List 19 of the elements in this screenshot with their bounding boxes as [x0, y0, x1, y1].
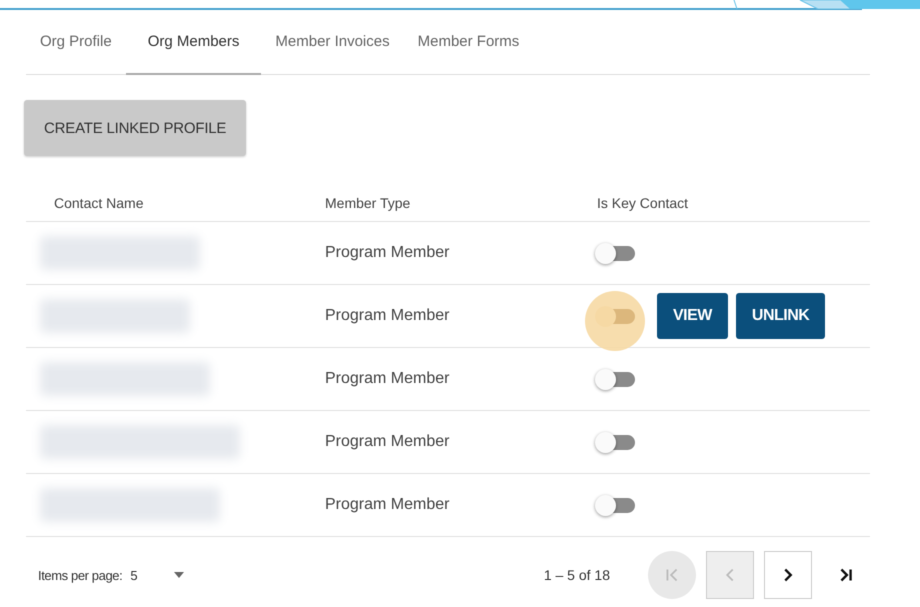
create-linked-profile-button[interactable]: CREATE LINKED PROFILE [24, 100, 246, 156]
items-per-page-label: Items per page: [38, 568, 122, 582]
tab[interactable]: Member Invoices [261, 10, 404, 75]
column-header: Member Type [324, 195, 410, 211]
page-range: 1 – 5 of 18 [544, 567, 610, 583]
tab[interactable]: Org Members [126, 10, 262, 75]
table-cell-text: Program Member [324, 433, 450, 451]
dropdown-arrow-icon[interactable] [174, 572, 184, 578]
column-header: Contact Name [53, 195, 144, 211]
page-size-select[interactable]: 5 [130, 568, 138, 582]
table-cell-text: Program Member [324, 370, 450, 388]
tab[interactable]: Org Profile [26, 10, 126, 75]
action-button[interactable]: VIEW [657, 293, 728, 339]
column-header: Is Key Contact [596, 195, 688, 211]
table-cell-text: Program Member [324, 496, 450, 514]
table-cell-text: Program Member [324, 244, 450, 262]
tab[interactable]: Member Forms [404, 10, 534, 75]
action-button[interactable]: UNLINK [736, 293, 826, 339]
table-cell-text: Program Member [324, 307, 450, 325]
